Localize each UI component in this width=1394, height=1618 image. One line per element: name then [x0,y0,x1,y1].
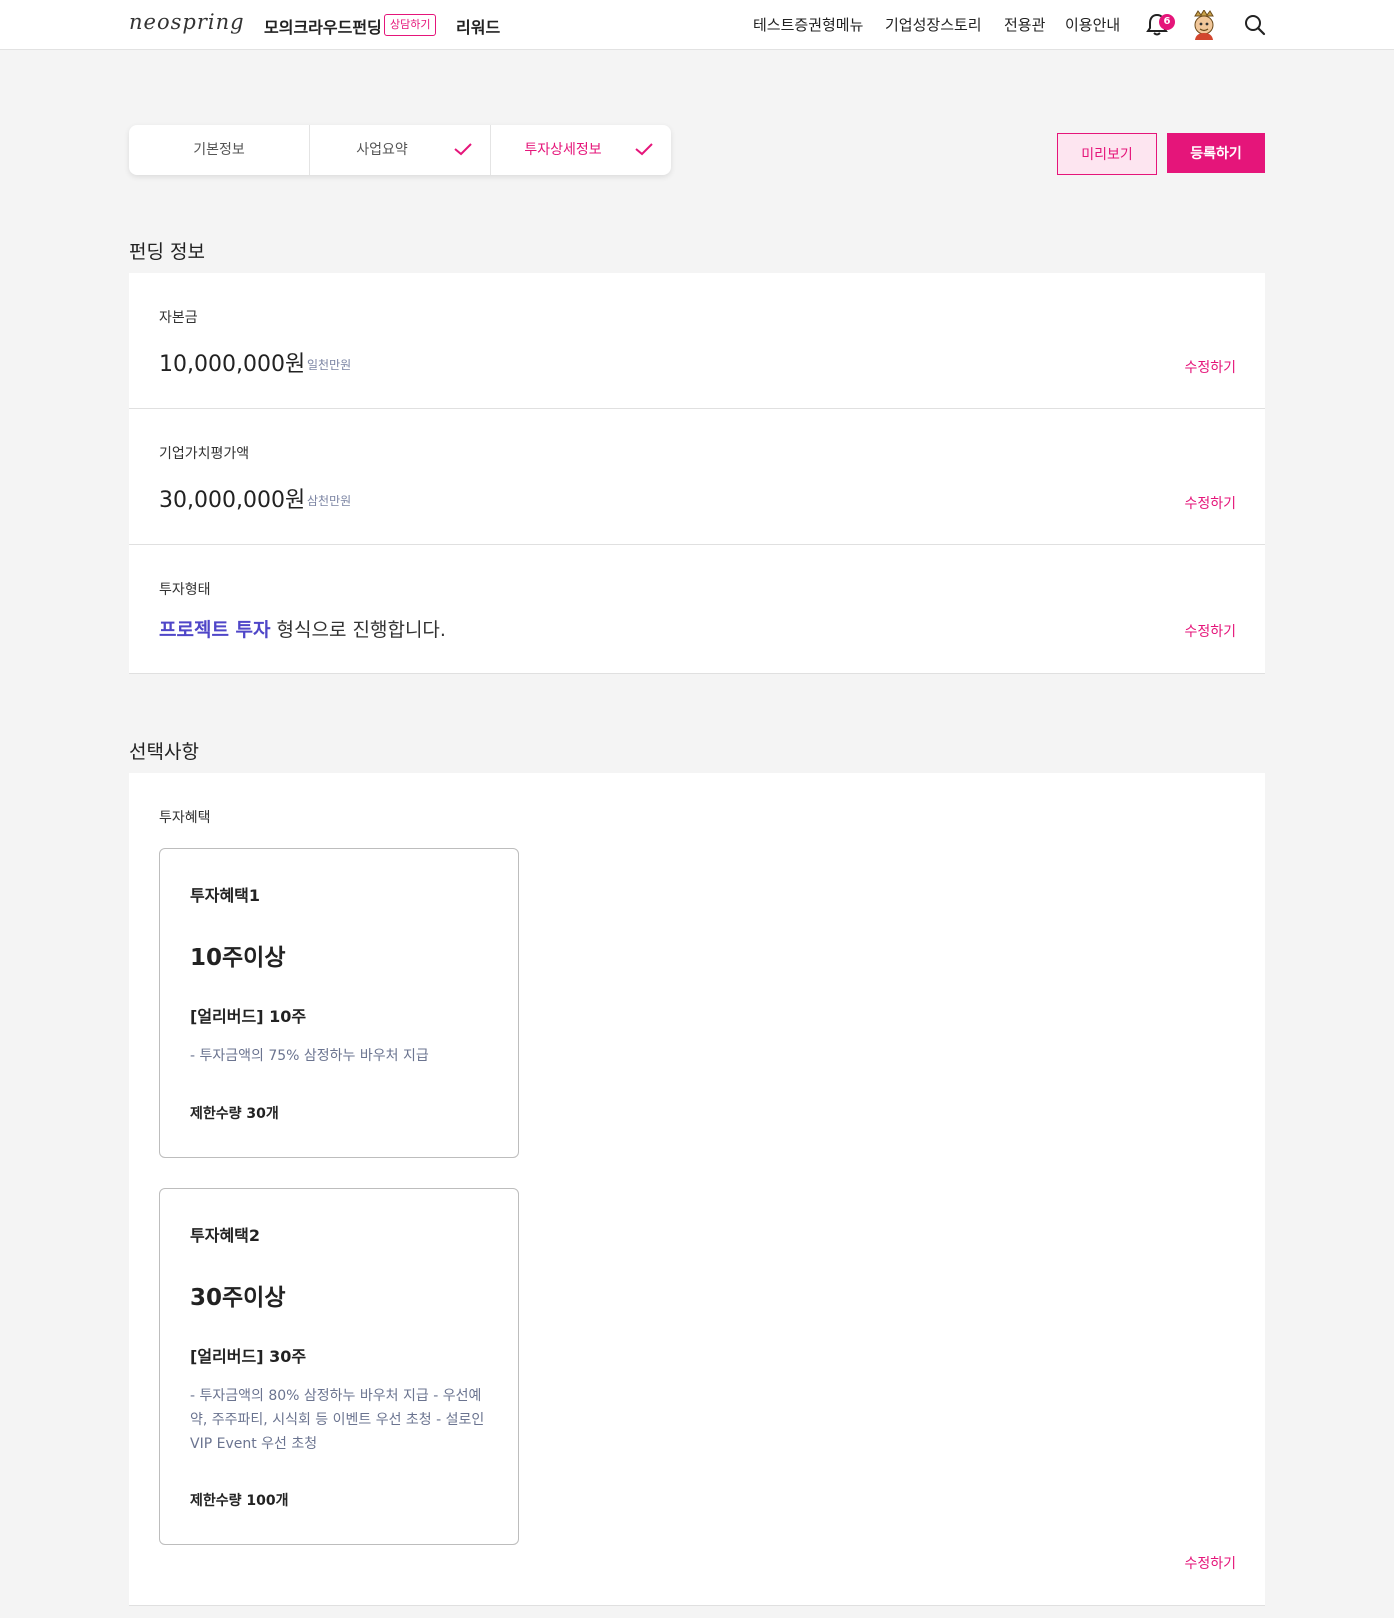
nav-reward[interactable]: 리워드 [456,14,500,38]
investment-type-highlight: 프로젝트 투자 [159,619,271,641]
capital-value: 10,000,000원 [159,352,306,377]
edit-valuation-link[interactable]: 수정하기 [1184,493,1236,513]
check-icon [635,143,653,156]
investment-type-value: 프로젝트 투자 형식으로 진행합니다. [159,615,446,642]
capital-field: 자본금 10,000,000원 일천만원 수정하기 [129,273,1265,409]
nav-growth-story[interactable]: 기업성장스토리 [885,14,982,35]
funding-section-title: 펀딩 정보 [129,241,205,263]
benefit-description: - 투자금액의 75% 삼정하누 바우처 지급 [190,1048,429,1064]
nav-exclusive-hall[interactable]: 전용관 [1004,14,1045,35]
benefit-card: 투자혜택2 30주이상 [얼리버드] 30주 - 투자금액의 80% 삼정하누 … [159,1188,519,1545]
edit-capital-link[interactable]: 수정하기 [1184,357,1236,377]
edit-benefits-link[interactable]: 수정하기 [1184,1553,1236,1573]
tab-business-summary[interactable]: 사업요약 [310,125,491,175]
investment-type-field: 투자형태 프로젝트 투자 형식으로 진행합니다. 수정하기 [129,545,1265,674]
search-icon[interactable] [1243,13,1267,37]
benefit-title: [얼리버드] 30주 [190,1347,307,1366]
investment-type-label: 투자형태 [159,582,211,598]
valuation-field: 기업가치평가액 30,000,000원 삼천만원 수정하기 [129,409,1265,545]
tab-basic-info[interactable]: 기본정보 [129,125,310,175]
options-section-title: 선택사항 [129,741,199,763]
step-tabs: 기본정보 사업요약 투자상세정보 [129,125,671,175]
benefit-min-shares: 10주이상 [190,945,286,971]
edit-investment-type-link[interactable]: 수정하기 [1184,621,1236,641]
benefit-min-shares: 30주이상 [190,1285,286,1311]
nav-guide[interactable]: 이용안내 [1065,14,1120,35]
options-panel: 투자혜택 투자혜택1 10주이상 [얼리버드] 10주 - 투자금액의 75% … [129,773,1265,1606]
benefit-description: - 투자금액의 80% 삼정하누 바우처 지급 - 우선예약, 주주파티, 시식… [190,1388,485,1452]
nav-test-securities-menu[interactable]: 테스트증권형메뉴 [753,14,863,35]
valuation-label: 기업가치평가액 [159,446,250,462]
check-icon [454,143,472,156]
benefit-name: 투자혜택1 [190,886,261,905]
site-logo[interactable]: neospring [129,10,245,34]
benefits-label: 투자혜택 [159,810,211,826]
preview-button[interactable]: 미리보기 [1057,133,1157,175]
top-header: neospring 모의크라우드펀딩 상담하기 리워드 테스트증권형메뉴 기업성… [0,0,1394,50]
capital-korean-amount: 일천만원 [307,358,352,372]
user-avatar-icon[interactable] [1190,10,1218,40]
tab-investment-detail[interactable]: 투자상세정보 [491,125,671,175]
register-button[interactable]: 등록하기 [1167,133,1265,173]
valuation-korean-amount: 삼천만원 [307,494,352,508]
benefit-limit: 제한수량 100개 [190,1493,289,1509]
investment-type-rest: 형식으로 진행합니다. [270,619,446,641]
benefit-limit: 제한수량 30개 [190,1106,279,1122]
benefit-card: 투자혜택1 10주이상 [얼리버드] 10주 - 투자금액의 75% 삼정하누 … [159,848,519,1158]
valuation-value: 30,000,000원 [159,488,306,513]
nav-mock-crowdfunding[interactable]: 모의크라우드펀딩 [264,14,382,38]
capital-label: 자본금 [159,310,198,326]
notification-count-badge: 6 [1159,14,1175,30]
benefit-title: [얼리버드] 10주 [190,1007,307,1026]
consult-badge[interactable]: 상담하기 [384,14,437,36]
funding-info-panel: 자본금 10,000,000원 일천만원 수정하기 기업가치평가액 30,000… [129,273,1265,674]
benefit-name: 투자혜택2 [190,1226,261,1245]
